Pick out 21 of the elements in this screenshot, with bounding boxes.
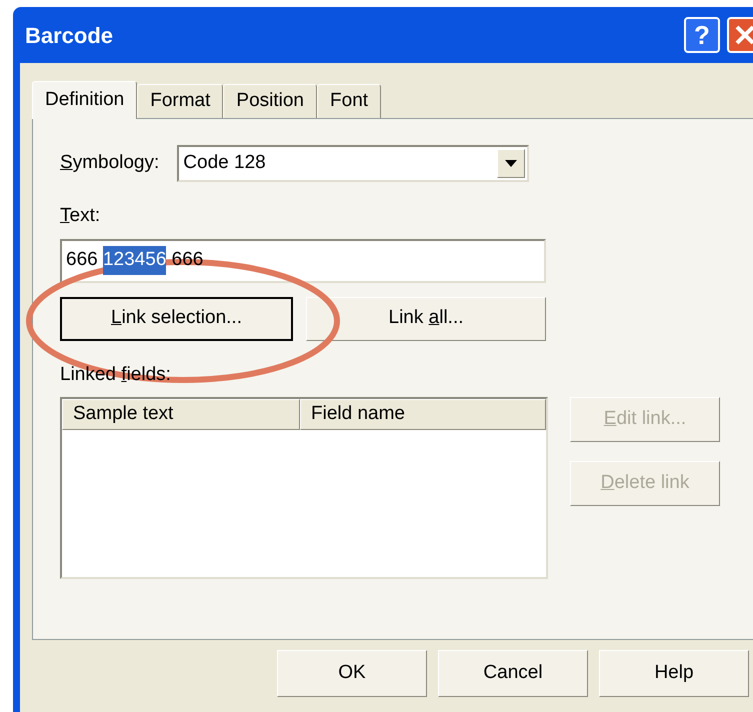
symbology-dropdown[interactable]: Code 128 (177, 145, 530, 182)
selected-text: 123456 (102, 246, 166, 275)
tab[interactable]: Font (317, 84, 382, 118)
field-text: 666 (66, 248, 99, 272)
dialog-button[interactable]: Cancel (438, 650, 588, 697)
link-button[interactable]: Link all... (306, 296, 546, 340)
dialog-button[interactable]: OK (277, 650, 427, 697)
dialog-button[interactable]: Help (599, 650, 749, 697)
help-button[interactable]: ? (684, 17, 720, 53)
link-button[interactable]: Link selection... (60, 296, 293, 340)
linked-fields-list[interactable]: Sample text Field name (60, 397, 548, 579)
text-label: Text: (60, 204, 100, 228)
symbology-label: Symbology: (60, 151, 160, 176)
close-icon (734, 24, 753, 46)
tab[interactable]: Position (223, 84, 318, 118)
tab[interactable]: Definition (32, 81, 138, 119)
window-title: Barcode (25, 22, 114, 50)
column-header[interactable]: Sample text (62, 399, 300, 430)
column-header[interactable]: Field name (300, 399, 546, 430)
tab[interactable]: Format (137, 84, 224, 118)
close-button[interactable] (727, 17, 753, 53)
